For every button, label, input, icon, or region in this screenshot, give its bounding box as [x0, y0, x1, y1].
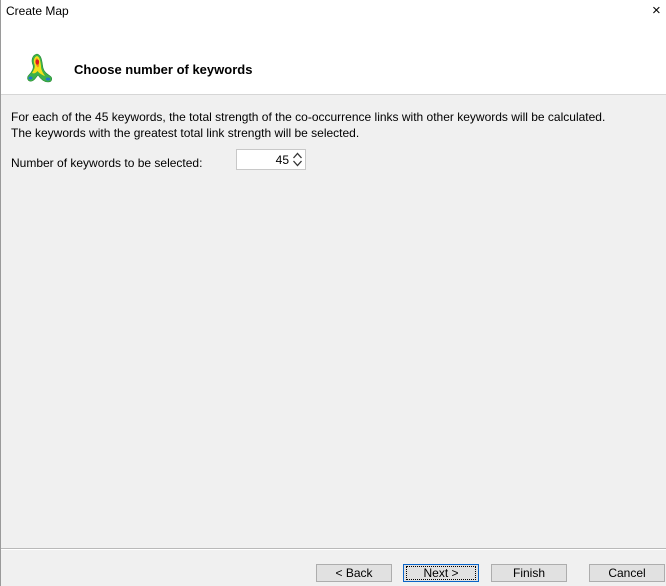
wizard-footer: < Back Next > Finish Cancel	[1, 550, 666, 586]
keyword-count-value[interactable]: 45	[276, 153, 289, 167]
wizard-body: For each of the 45 keywords, the total s…	[1, 95, 666, 548]
wizard-header: Choose number of keywords	[1, 22, 666, 95]
finish-button[interactable]: Finish	[491, 564, 567, 582]
description-line-1: For each of the 45 keywords, the total s…	[11, 110, 606, 124]
keyword-count-label: Number of keywords to be selected:	[11, 156, 203, 170]
spin-down-icon	[293, 160, 302, 167]
spinner-arrows-icon[interactable]	[291, 150, 304, 169]
close-button[interactable]: ×	[652, 0, 666, 22]
back-button[interactable]: < Back	[316, 564, 392, 582]
spin-up-icon	[293, 152, 302, 159]
page-title: Choose number of keywords	[74, 62, 253, 77]
focus-ring	[406, 566, 476, 580]
next-button[interactable]: Next >	[403, 564, 479, 582]
vosviewer-heatmap-icon	[27, 53, 53, 83]
description-line-2: The keywords with the greatest total lin…	[11, 126, 360, 140]
create-map-dialog: Create Map × Choose number of keywords F…	[0, 0, 666, 586]
keyword-count-spinner[interactable]: 45	[236, 149, 306, 170]
cancel-button[interactable]: Cancel	[589, 564, 665, 582]
window-title: Create Map	[6, 4, 69, 18]
title-bar: Create Map ×	[1, 0, 666, 22]
